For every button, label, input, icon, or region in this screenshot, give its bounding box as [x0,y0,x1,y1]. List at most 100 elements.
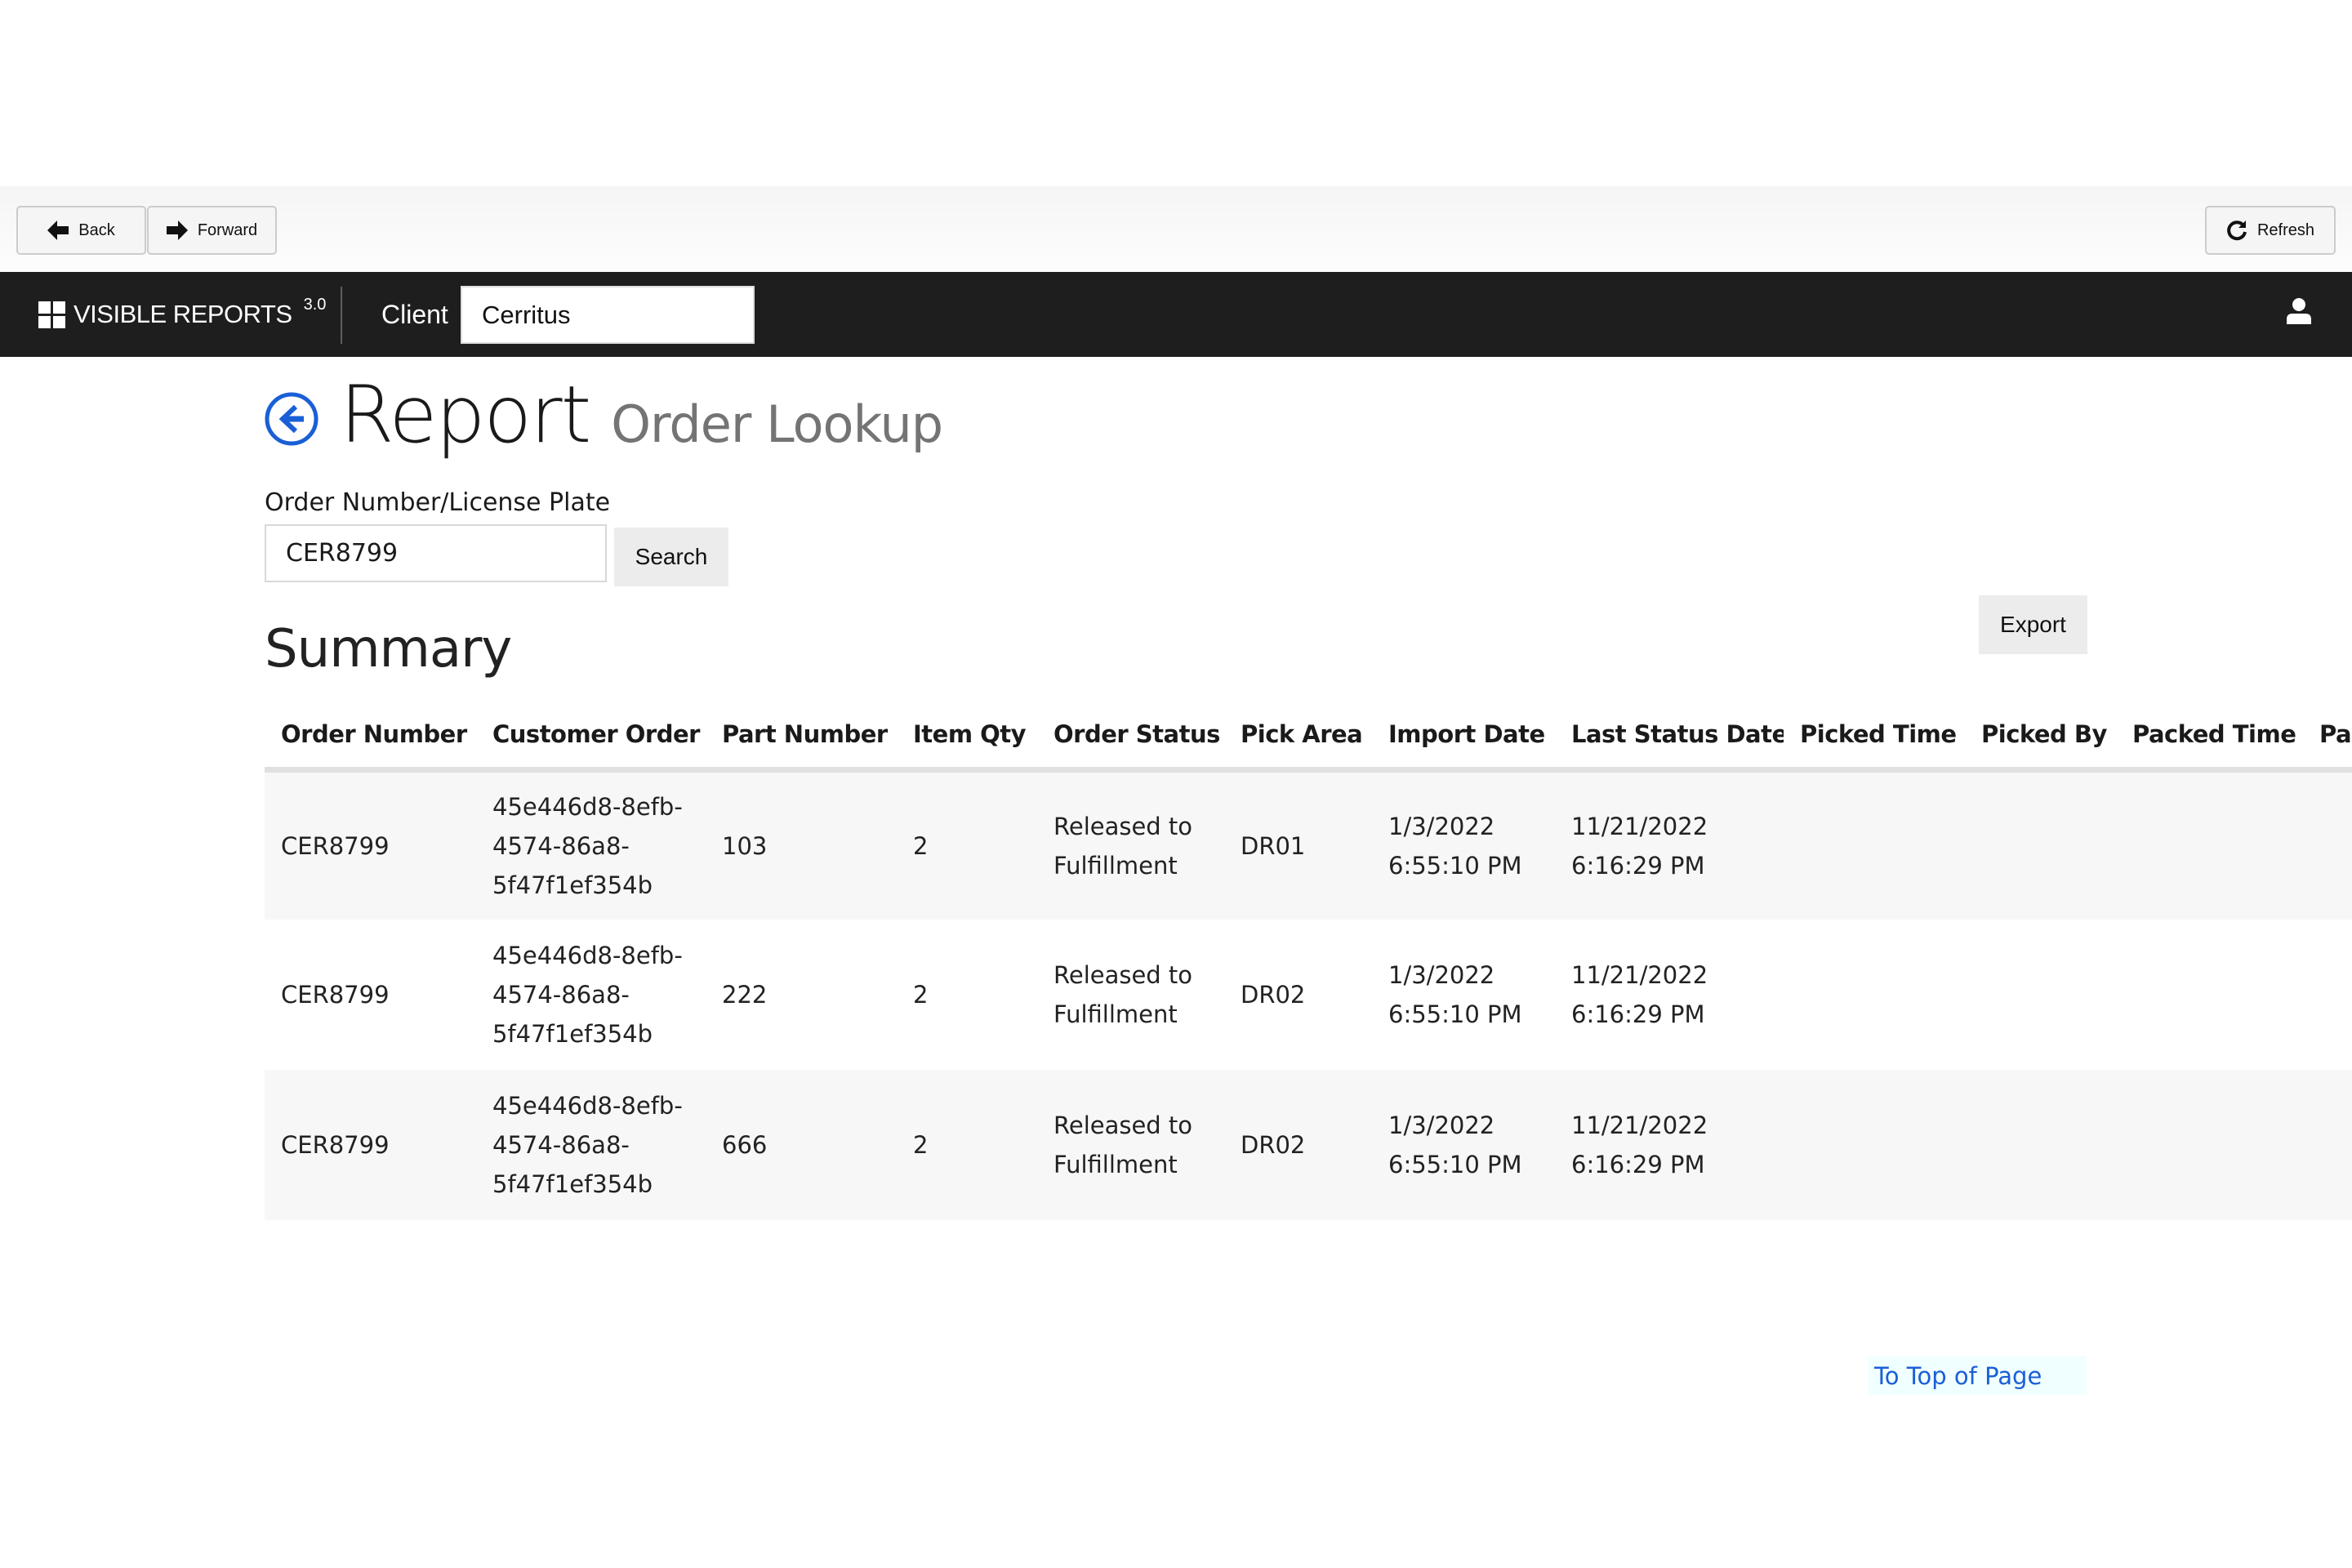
cell-line: Fulfillment [1054,851,1178,880]
column-header[interactable]: Order Status [1037,702,1224,773]
cell-line: Fulfillment [1054,1000,1178,1028]
page-title-main: Report [340,369,591,461]
forward-button[interactable]: Forward [147,206,277,255]
summary-table-container[interactable]: Order Number Customer Order Part Number … [265,702,2352,1227]
cell-line: 45e446d8-8efb- [492,942,683,969]
client-label: Client [381,299,448,329]
column-header[interactable]: Picked By [1965,702,2116,773]
grid-icon [38,301,65,328]
cell-picked-by [1965,1070,2116,1220]
cell-line: 6:55:10 PM [1388,851,1522,880]
cell-order-number: CER8799 [265,769,476,920]
order-number-label: Order Number/License Plate [265,488,611,517]
cell-line: 1/3/2022 [1388,1111,1495,1139]
cell-line: Released to [1054,1111,1193,1139]
cell-line: 11/21/2022 [1571,961,1708,989]
cell-line: 6:55:10 PM [1388,1000,1522,1028]
cell-pick-area: DR02 [1224,1070,1372,1220]
back-button-label: Back [78,220,115,239]
cell-line: 5f47f1ef354b [492,871,653,899]
cell-line: 1/3/2022 [1388,812,1495,840]
cell-picked-time [1784,1070,1965,1220]
cell-line: 6:16:29 PM [1571,851,1705,880]
top-navbar: VISIBLE REPORTS 3.0 Client [0,272,2352,357]
column-header[interactable]: Customer Order [476,702,706,773]
cell-order-status: Released to Fulfillment [1037,920,1224,1070]
brand-version: 3.0 [303,295,327,314]
cell-packed-by [2303,769,2352,920]
cell-import-date: 1/3/2022 6:55:10 PM [1372,769,1555,920]
table-row[interactable]: CER8799 45e446d8-8efb- 4574-86a8- 5f47f1ef3… [265,1070,2352,1220]
table-header-row: Order Number Customer Order Part Number … [265,702,2352,773]
table-row[interactable]: CER8799 45e446d8-8efb- 4574-86a8- 5f47f1ef3… [265,769,2352,920]
cell-part-number: 666 [706,1070,897,1220]
cell-packed-time [2116,769,2303,920]
cell-line: 11/21/2022 [1571,1111,1708,1139]
cell-line: 45e446d8-8efb- [492,1092,683,1120]
table-row[interactable]: CER8799 45e446d8-8efb- 4574-86a8- 5f47f1ef3… [265,920,2352,1070]
cell-line: Released to [1054,812,1193,840]
cell-part-number: 103 [706,769,897,920]
cell-item-qty: 2 [897,769,1037,920]
cell-order-status: Released to Fulfillment [1037,1070,1224,1220]
cell-packed-time [2116,1070,2303,1220]
summary-table: Order Number Customer Order Part Number … [265,702,2352,1220]
to-top-link[interactable]: To Top of Page [1869,1356,2087,1395]
column-header[interactable]: Pick Area [1224,702,1372,773]
arrow-right-icon [166,220,188,240]
column-header[interactable]: Part Number [706,702,897,773]
cell-line: 1/3/2022 [1388,961,1495,989]
client-input[interactable] [461,286,755,344]
cell-line: 5f47f1ef354b [492,1020,653,1048]
cell-item-qty: 2 [897,920,1037,1070]
cell-line: Released to [1054,961,1193,989]
export-button[interactable]: Export [1979,595,2087,654]
cell-order-status: Released to Fulfillment [1037,769,1224,920]
column-header[interactable]: Picked Time [1784,702,1965,773]
refresh-button[interactable]: Refresh [2205,206,2336,255]
summary-heading: Summary [265,619,512,679]
cell-line: 6:16:29 PM [1571,1000,1705,1028]
cell-picked-by [1965,920,2116,1070]
column-header[interactable]: Packed Time [2116,702,2303,773]
cell-line: 11/21/2022 [1571,812,1708,840]
brand-name: VISIBLE REPORTS [74,300,292,328]
cell-item-qty: 2 [897,1070,1037,1220]
back-button[interactable]: Back [16,206,146,255]
cell-picked-time [1784,920,1965,1070]
cell-line: 5f47f1ef354b [492,1170,653,1198]
cell-import-date: 1/3/2022 6:55:10 PM [1372,1070,1555,1220]
cell-order-number: CER8799 [265,920,476,1070]
cell-order-number: CER8799 [265,1070,476,1220]
cell-customer-order: 45e446d8-8efb- 4574-86a8- 5f47f1ef354b [476,769,706,920]
column-header[interactable]: Item Qty [897,702,1037,773]
refresh-icon [2227,220,2247,241]
page-subtitle: Order Lookup [611,394,943,454]
forward-button-label: Forward [197,220,258,239]
page-title: Report Order Lookup [340,369,943,461]
order-number-input[interactable] [265,524,607,582]
column-header[interactable]: Order Number [265,702,476,773]
cell-line: 4574-86a8- [492,1131,630,1159]
column-header[interactable]: Import Date [1372,702,1555,773]
arrow-left-icon [47,220,69,240]
cell-pick-area: DR02 [1224,920,1372,1070]
arrow-left-circle-icon[interactable] [265,392,318,446]
cell-last-status-date: 11/21/2022 6:16:29 PM [1555,1070,1784,1220]
user-icon[interactable] [2284,296,2314,326]
cell-packed-time [2116,920,2303,1070]
cell-line: 4574-86a8- [492,831,630,860]
search-button[interactable]: Search [614,528,728,586]
cell-pick-area: DR01 [1224,769,1372,920]
cell-line: 6:16:29 PM [1571,1151,1705,1178]
cell-customer-order: 45e446d8-8efb- 4574-86a8- 5f47f1ef354b [476,920,706,1070]
cell-line: 6:55:10 PM [1388,1151,1522,1178]
navbar-divider [341,287,342,344]
column-header[interactable]: Last Status Date [1555,702,1784,773]
cell-picked-time [1784,769,1965,920]
column-header[interactable]: Packed By [2303,702,2352,773]
brand-logo[interactable]: VISIBLE REPORTS 3.0 [38,272,326,357]
refresh-button-label: Refresh [2256,220,2315,239]
cell-customer-order: 45e446d8-8efb- 4574-86a8- 5f47f1ef354b [476,1070,706,1220]
cell-packed-by [2303,1070,2352,1220]
